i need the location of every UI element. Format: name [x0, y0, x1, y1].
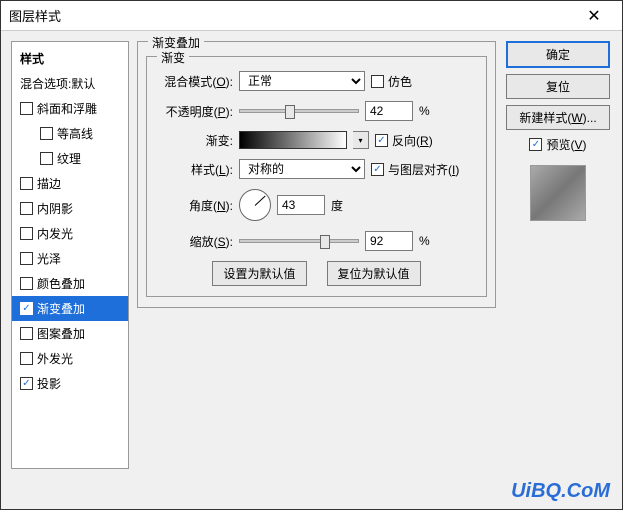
blend-options[interactable]: 混合选项:默认: [12, 71, 128, 96]
style-drop-shadow[interactable]: 投影: [12, 371, 128, 396]
scale-slider[interactable]: [239, 239, 359, 243]
preview-swatch: [530, 165, 586, 221]
angle-input[interactable]: [277, 195, 325, 215]
gradient-label: 渐变:: [157, 132, 233, 149]
titlebar: 图层样式 ✕: [1, 1, 622, 31]
inner-group-title: 渐变: [157, 49, 189, 66]
style-stroke[interactable]: 描边: [12, 171, 128, 196]
style-bevel[interactable]: 斜面和浮雕: [12, 96, 128, 121]
new-style-button[interactable]: 新建样式(W)...: [506, 105, 610, 130]
scale-input[interactable]: [365, 231, 413, 251]
angle-unit: 度: [331, 197, 343, 214]
style-color-overlay[interactable]: 颜色叠加: [12, 271, 128, 296]
ok-button[interactable]: 确定: [506, 41, 610, 68]
opacity-slider[interactable]: [239, 109, 359, 113]
style-inner-glow[interactable]: 内发光: [12, 221, 128, 246]
percent-unit: %: [419, 104, 430, 118]
preview-checkbox[interactable]: 预览(V): [529, 136, 586, 153]
dither-checkbox[interactable]: 仿色: [371, 73, 412, 90]
style-contour[interactable]: 等高线: [12, 121, 128, 146]
gradient-overlay-group: 渐变叠加 渐变 混合模式(O): 正常 仿色 不透明度(P): % 渐变: ▾: [137, 41, 496, 308]
style-texture[interactable]: 纹理: [12, 146, 128, 171]
blend-mode-label: 混合模式(O):: [157, 73, 233, 90]
style-outer-glow[interactable]: 外发光: [12, 346, 128, 371]
reset-default-button[interactable]: 复位为默认值: [327, 261, 421, 286]
style-select[interactable]: 对称的: [239, 159, 365, 179]
align-checkbox[interactable]: 与图层对齐(I): [371, 161, 459, 178]
style-pattern-overlay[interactable]: 图案叠加: [12, 321, 128, 346]
make-default-button[interactable]: 设置为默认值: [212, 261, 306, 286]
blend-mode-select[interactable]: 正常: [239, 71, 365, 91]
styles-list: 样式 混合选项:默认 斜面和浮雕 等高线 纹理 描边 内阴影 内发光 光泽 颜色…: [11, 41, 129, 469]
gradient-group: 渐变 混合模式(O): 正常 仿色 不透明度(P): % 渐变: ▾ 反向(R): [146, 56, 487, 297]
style-gradient-overlay[interactable]: 渐变叠加: [12, 296, 128, 321]
opacity-input[interactable]: [365, 101, 413, 121]
scale-label: 缩放(S):: [157, 233, 233, 250]
watermark: UiBQ.CoM: [511, 480, 610, 503]
styles-header: 样式: [12, 46, 128, 71]
percent-unit: %: [419, 234, 430, 248]
style-label: 样式(L):: [157, 161, 233, 178]
opacity-label: 不透明度(P):: [157, 103, 233, 120]
gradient-dropdown[interactable]: ▾: [353, 131, 369, 149]
style-inner-shadow[interactable]: 内阴影: [12, 196, 128, 221]
cancel-button[interactable]: 复位: [506, 74, 610, 99]
reverse-checkbox[interactable]: 反向(R): [375, 132, 433, 149]
angle-label: 角度(N):: [157, 197, 233, 214]
angle-dial[interactable]: [239, 189, 271, 221]
close-icon[interactable]: ✕: [574, 6, 614, 26]
style-satin[interactable]: 光泽: [12, 246, 128, 271]
window-title: 图层样式: [9, 6, 574, 25]
gradient-swatch[interactable]: [239, 131, 347, 149]
